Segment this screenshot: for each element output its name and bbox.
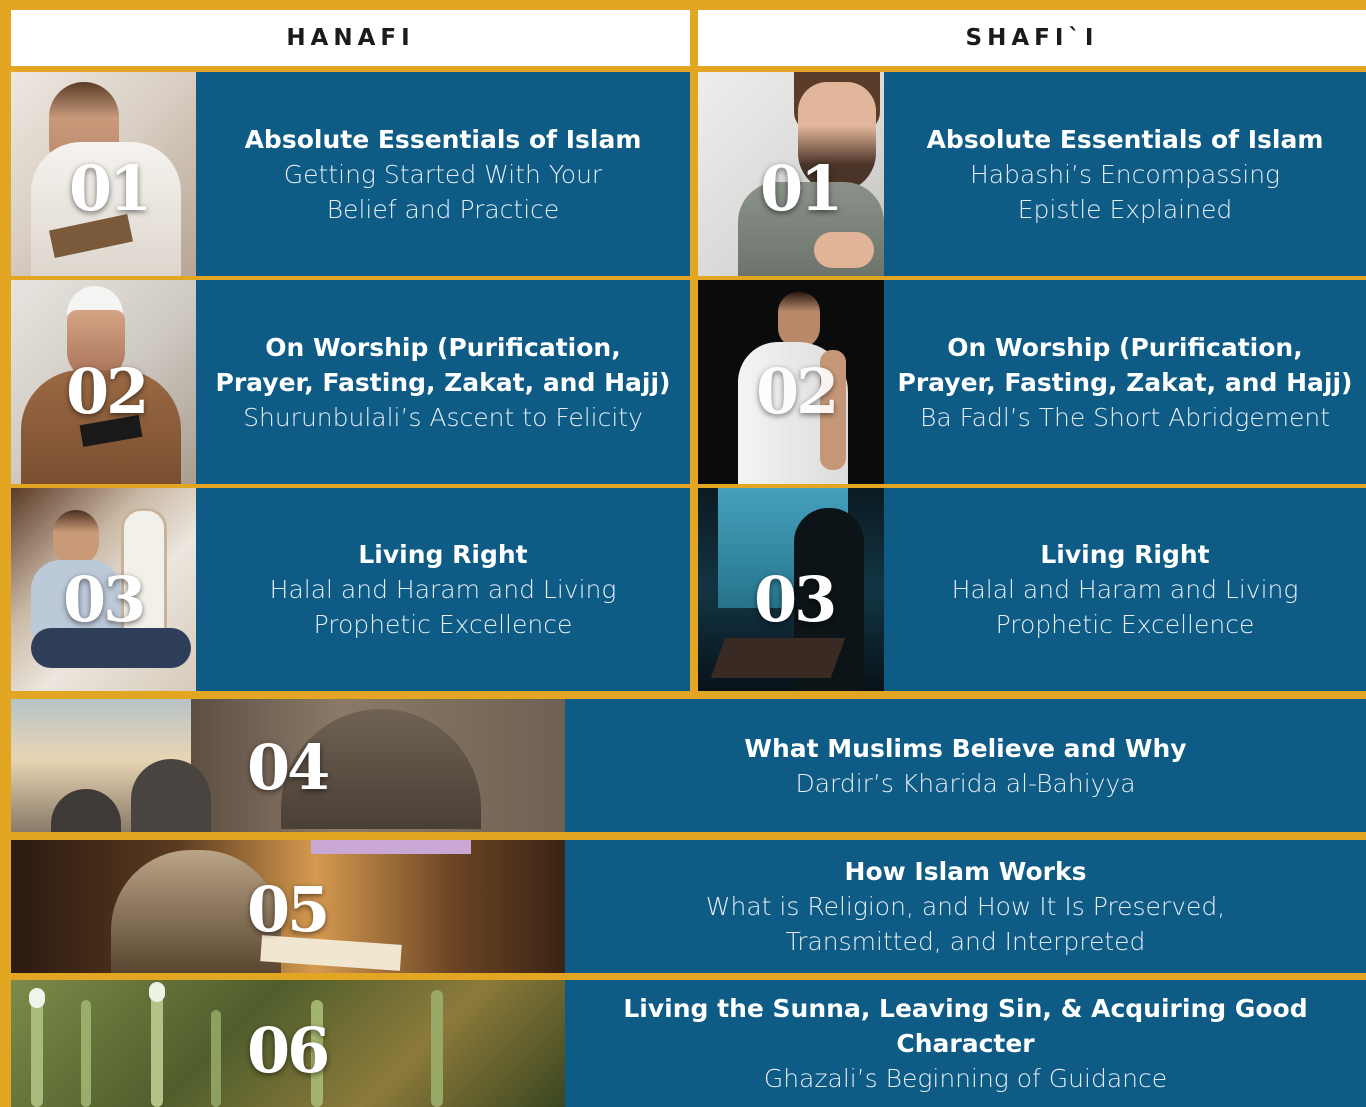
- course-title: Living the Sunna, Leaving Sin, & Acquiri…: [623, 994, 1308, 1058]
- course-subtitle: Ba Fadl’s The Short Abridgement: [919, 402, 1331, 432]
- course-card-5[interactable]: 05 How Islam Works What is Religion, and…: [11, 840, 1366, 973]
- course-subtitle-line1: Habashi’s Encompassing: [969, 159, 1281, 189]
- course-subtitle: Shurunbulali’s Ascent to Felicity: [243, 402, 643, 432]
- course-number: 02: [756, 355, 839, 428]
- shafii-header-label: SHAFI`I: [965, 25, 1099, 51]
- course-subtitle-line2: Epistle Explained: [1017, 194, 1233, 224]
- course-text: What Muslims Believe and Why Dardir’s Kh…: [565, 699, 1366, 832]
- course-subtitle: Ghazali’s Beginning of Guidance: [763, 1064, 1168, 1093]
- course-number: 02: [66, 355, 149, 428]
- course-subtitle-line1: Getting Started With Your: [283, 159, 603, 189]
- course-subtitle-line2: Prophetic Excellence: [313, 610, 573, 639]
- course-text: Living the Sunna, Leaving Sin, & Acquiri…: [565, 980, 1366, 1107]
- course-title: Living Right: [1040, 540, 1210, 569]
- course-number: 03: [63, 563, 146, 636]
- shafii-course-card-1[interactable]: 01 Absolute Essentials of Islam Habashi’…: [698, 72, 1366, 276]
- course-number: 04: [247, 731, 330, 804]
- course-number: 06: [247, 1014, 330, 1087]
- course-subtitle-line2: Prophetic Excellence: [995, 610, 1255, 639]
- course-title: Living Right: [358, 540, 528, 569]
- course-subtitle-line2: Belief and Practice: [326, 194, 560, 224]
- hanafi-header-label: HANAFI: [286, 25, 415, 51]
- course-title: Absolute Essentials of Islam: [926, 124, 1324, 154]
- hanafi-header: HANAFI: [11, 10, 690, 66]
- course-number: 01: [760, 152, 843, 225]
- course-card-4[interactable]: 04 What Muslims Believe and Why Dardir’s…: [11, 699, 1366, 832]
- course-number: 05: [247, 873, 330, 946]
- course-text: Absolute Essentials of Islam Getting Sta…: [196, 72, 690, 276]
- course-title: What Muslims Believe and Why: [744, 733, 1187, 763]
- hanafi-course-card-1[interactable]: 01 Absolute Essentials of Islam Getting …: [11, 72, 690, 276]
- hanafi-course-card-2[interactable]: 02 On Worship (Purification, Prayer, Fas…: [11, 280, 690, 484]
- course-title-line2: Prayer, Fasting, Zakat, and Hajj): [897, 367, 1353, 397]
- shafii-course-card-2[interactable]: 02 On Worship (Purification, Prayer, Fas…: [698, 280, 1366, 484]
- course-subtitle-line1: Halal and Haram and Living: [951, 575, 1299, 604]
- course-title: On Worship (Purification,: [265, 332, 621, 362]
- course-subtitle-line1: Halal and Haram and Living: [269, 575, 617, 604]
- course-title: On Worship (Purification,: [947, 332, 1303, 362]
- course-text: On Worship (Purification, Prayer, Fastin…: [196, 280, 690, 484]
- course-subtitle-line1: What is Religion, and How It Is Preserve…: [705, 892, 1226, 921]
- hanafi-course-card-3[interactable]: 03 Living Right Halal and Haram and Livi…: [11, 488, 690, 691]
- shafii-course-card-3[interactable]: 03 Living Right Halal and Haram and Livi…: [698, 488, 1366, 691]
- course-title: Absolute Essentials of Islam: [244, 124, 642, 154]
- course-text: How Islam Works What is Religion, and Ho…: [565, 840, 1366, 973]
- course-title-line2: Prayer, Fasting, Zakat, and Hajj): [215, 367, 671, 397]
- course-title: How Islam Works: [844, 857, 1087, 886]
- course-card-6[interactable]: 06 Living the Sunna, Leaving Sin, & Acqu…: [11, 980, 1366, 1107]
- course-subtitle: Dardir’s Kharida al-Bahiyya: [795, 768, 1136, 798]
- course-subtitle-line2: Transmitted, and Interpreted: [785, 927, 1146, 956]
- course-number: 03: [754, 563, 837, 636]
- course-text: Living Right Halal and Haram and Living …: [196, 488, 690, 691]
- course-text: On Worship (Purification, Prayer, Fastin…: [884, 280, 1366, 484]
- course-number: 01: [69, 152, 152, 225]
- shafii-header: SHAFI`I: [698, 10, 1366, 66]
- course-text: Living Right Halal and Haram and Living …: [884, 488, 1366, 691]
- course-text: Absolute Essentials of Islam Habashi’s E…: [884, 72, 1366, 276]
